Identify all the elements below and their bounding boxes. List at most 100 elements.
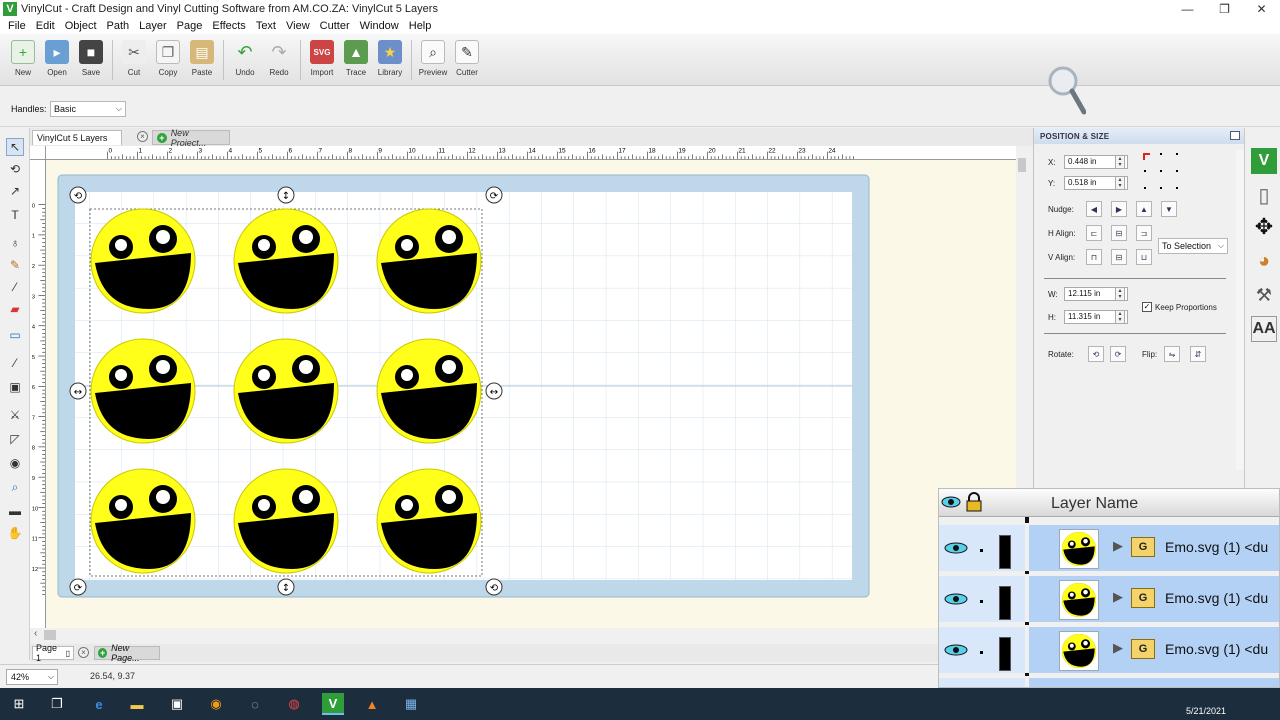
handles-select[interactable]: Basic ⌵ bbox=[50, 101, 126, 117]
lock-toggle[interactable] bbox=[980, 651, 983, 654]
weld-tool-icon[interactable]: ◉ bbox=[6, 454, 24, 472]
select-tool-icon[interactable]: ↖ bbox=[6, 138, 24, 156]
keep-proportions-checkbox[interactable]: ✓ bbox=[1142, 302, 1152, 312]
panel-undock-icon[interactable] bbox=[1230, 131, 1240, 140]
align-bottom-button[interactable]: ⊔ bbox=[1136, 249, 1152, 265]
store-icon[interactable]: ▣ bbox=[166, 693, 188, 715]
nudge-left-button[interactable]: ◀ bbox=[1086, 201, 1102, 217]
layer-row[interactable] bbox=[939, 676, 1279, 687]
layer-row[interactable]: ▶ G Emo.svg (1) <du bbox=[939, 574, 1279, 622]
lock-toggle[interactable] bbox=[980, 549, 983, 552]
close-tab-icon[interactable]: × bbox=[137, 131, 148, 142]
eyedropper-tool-icon[interactable]: ⁄ bbox=[6, 354, 24, 372]
design-canvas[interactable]: ⟲ ↕ ⟳ ↔ ↔ ⟳ ↕ ⟲ bbox=[46, 160, 1016, 628]
eye-visibility-icon[interactable] bbox=[941, 495, 961, 509]
flip-vertical-button[interactable]: ⇵ bbox=[1190, 346, 1206, 362]
resize-handle-left[interactable]: ↔ bbox=[69, 382, 87, 400]
layer-color-swatch[interactable] bbox=[999, 637, 1011, 671]
text-style-icon[interactable]: AA bbox=[1251, 316, 1277, 342]
eye-visibility-icon[interactable] bbox=[943, 643, 969, 657]
panel-scrollbar[interactable] bbox=[1236, 150, 1244, 470]
orange-app-icon[interactable]: ◉ bbox=[205, 693, 227, 715]
brush-tool-icon[interactable]: ⁄ bbox=[6, 278, 24, 296]
preview-button[interactable]: ⌕ Preview bbox=[416, 40, 450, 88]
pen-tool-icon[interactable]: ♁ bbox=[6, 234, 24, 252]
zoom-tool-icon[interactable]: ⌕ bbox=[6, 478, 24, 496]
vinylcut-logo-icon[interactable]: V bbox=[1251, 148, 1277, 174]
layer-row[interactable]: ▶ G Emo.svg (1) <du bbox=[939, 523, 1279, 571]
close-page-icon[interactable]: × bbox=[78, 647, 89, 658]
align-middle-v-button[interactable]: ⊟ bbox=[1111, 249, 1127, 265]
cut-button[interactable]: ✂ Cut bbox=[117, 40, 151, 88]
menu-edit[interactable]: Edit bbox=[31, 20, 60, 32]
rotate-handle[interactable]: ⟲ bbox=[485, 578, 503, 596]
height-spinner[interactable]: ▴ ▾ bbox=[1115, 310, 1125, 324]
lock-icon[interactable] bbox=[965, 492, 983, 512]
menu-window[interactable]: Window bbox=[355, 20, 404, 32]
page-icon[interactable]: ▯ bbox=[1251, 182, 1277, 208]
node-edit-tool-icon[interactable]: ⟲ bbox=[6, 160, 24, 178]
resize-handle-bottom[interactable]: ↕ bbox=[277, 578, 295, 596]
color-palette-icon[interactable]: ◕ bbox=[1251, 248, 1277, 274]
close-window-button[interactable]: ✕ bbox=[1243, 2, 1280, 16]
knife-tool-icon[interactable]: ⚔ bbox=[6, 406, 24, 424]
rotate-left-button[interactable]: ⟲ bbox=[1088, 346, 1104, 362]
cutter-button[interactable]: ✎ Cutter bbox=[450, 40, 484, 88]
reference-point-grid[interactable] bbox=[1142, 152, 1182, 192]
menu-file[interactable]: File bbox=[3, 20, 31, 32]
eye-visibility-icon[interactable] bbox=[943, 541, 969, 555]
emo-item[interactable] bbox=[376, 468, 482, 574]
redo-button[interactable]: ↷ Redo bbox=[262, 40, 296, 88]
flip-horizontal-button[interactable]: ⇋ bbox=[1164, 346, 1180, 362]
layer-row[interactable]: ▶ G Emo.svg (1) <du bbox=[939, 625, 1279, 673]
menu-help[interactable]: Help bbox=[404, 20, 437, 32]
tab-new-page[interactable]: + New Page... bbox=[94, 643, 160, 663]
emo-item[interactable] bbox=[90, 468, 196, 574]
wrench-icon[interactable]: ⚒ bbox=[1251, 282, 1277, 308]
menu-layer[interactable]: Layer bbox=[134, 20, 172, 32]
edge-browser-icon[interactable]: e bbox=[88, 693, 110, 715]
vinylcut-taskbar-icon[interactable]: V bbox=[322, 693, 344, 715]
vlc-icon[interactable]: ▲ bbox=[361, 693, 383, 715]
file-explorer-icon[interactable]: ▬ bbox=[126, 693, 148, 715]
minimize-button[interactable]: — bbox=[1169, 2, 1206, 16]
windows-start-icon[interactable]: ⊞ bbox=[8, 693, 30, 715]
rectangle-tool-icon[interactable]: ▭ bbox=[6, 326, 24, 344]
emo-item[interactable] bbox=[90, 208, 196, 314]
emo-item[interactable] bbox=[233, 338, 339, 444]
menu-effects[interactable]: Effects bbox=[207, 20, 250, 32]
emo-item[interactable] bbox=[376, 338, 482, 444]
resize-handle-top[interactable]: ↕ bbox=[277, 186, 295, 204]
maximize-button[interactable]: ❐ bbox=[1206, 2, 1243, 16]
new-button[interactable]: + New bbox=[6, 40, 40, 88]
align-left-button[interactable]: ⊏ bbox=[1086, 225, 1102, 241]
align-to-select[interactable]: To Selection ⌵ bbox=[1158, 238, 1228, 254]
lock-toggle[interactable] bbox=[980, 600, 983, 603]
tab-page-1[interactable]: Page 1 ▯ bbox=[32, 643, 74, 663]
nudge-down-button[interactable]: ▼ bbox=[1161, 201, 1177, 217]
text-tool-icon[interactable]: T bbox=[6, 206, 24, 224]
eraser-tool-icon[interactable]: ▰ bbox=[6, 300, 24, 318]
width-spinner[interactable]: ▴ ▾ bbox=[1115, 287, 1125, 301]
menu-text[interactable]: Text bbox=[251, 20, 281, 32]
align-top-button[interactable]: ⊓ bbox=[1086, 249, 1102, 265]
nudge-up-button[interactable]: ▲ bbox=[1136, 201, 1152, 217]
library-button[interactable]: ★ Library bbox=[373, 40, 407, 88]
hand-pan-tool-icon[interactable]: ✋ bbox=[6, 524, 24, 542]
trace-button[interactable]: ▲ Trace bbox=[339, 40, 373, 88]
horizontal-scrollbar[interactable]: ‹ bbox=[30, 628, 1033, 642]
menu-page[interactable]: Page bbox=[172, 20, 208, 32]
resize-handle-right[interactable]: ↔ bbox=[485, 382, 503, 400]
rotate-handle[interactable]: ⟲ bbox=[69, 186, 87, 204]
undo-button[interactable]: ↶ Undo bbox=[228, 40, 262, 88]
zoom-select[interactable]: 42% ⌵ bbox=[6, 669, 58, 685]
scroll-thumb[interactable] bbox=[44, 630, 56, 640]
chrome-browser-icon[interactable]: ◍ bbox=[283, 693, 305, 715]
nudge-right-button[interactable]: ▶ bbox=[1111, 201, 1127, 217]
tab-vinylcut-5-layers[interactable]: VinylCut 5 Layers bbox=[32, 130, 122, 145]
align-right-button[interactable]: ⊐ bbox=[1136, 225, 1152, 241]
expand-triangle-icon[interactable]: ▶ bbox=[1113, 589, 1123, 605]
open-button[interactable]: ▸ Open bbox=[40, 40, 74, 88]
x-spinner[interactable]: ▴ ▾ bbox=[1115, 155, 1125, 169]
save-button[interactable]: ■ Save bbox=[74, 40, 108, 88]
